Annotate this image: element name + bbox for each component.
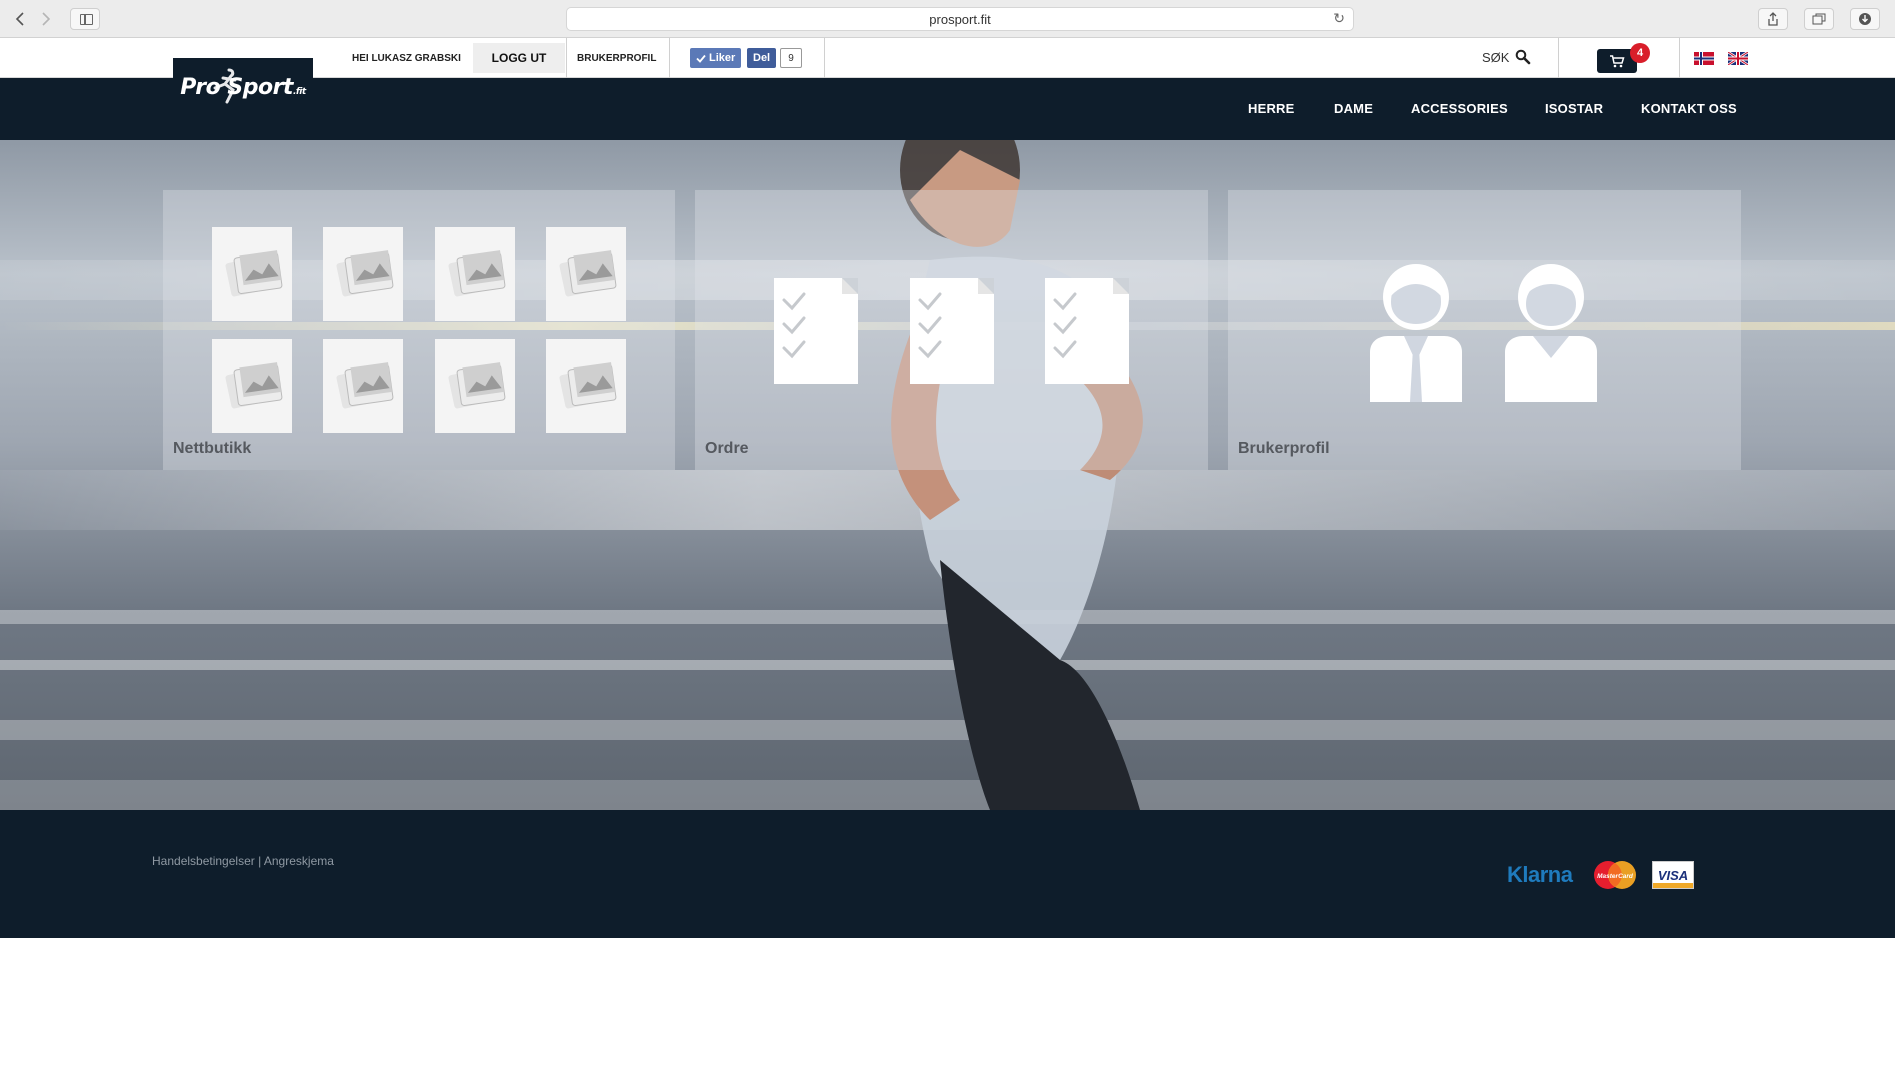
male-user-icon — [1370, 264, 1462, 402]
facebook-like-button[interactable]: Liker — [690, 48, 742, 68]
cart-icon — [1610, 54, 1625, 67]
search-icon — [1516, 49, 1531, 65]
facebook-like-count: 9 — [780, 48, 802, 68]
nav-item-kontakt-oss[interactable]: KONTAKT OSS — [1641, 101, 1737, 116]
orders-panel-label: Ordre — [705, 440, 749, 457]
share-button[interactable] — [1758, 8, 1788, 30]
back-button[interactable] — [6, 8, 34, 30]
visa-logo-text: VISA — [1657, 868, 1689, 883]
site-footer: Handelsbetingelser | Angreskjema Klarna … — [0, 810, 1895, 938]
facebook-like-label: Liker — [709, 52, 736, 64]
female-user-icon — [1505, 264, 1597, 402]
check-icon — [696, 54, 706, 63]
photo-icon — [435, 339, 515, 433]
reload-icon[interactable]: ↻ — [1333, 10, 1345, 27]
terms-link[interactable]: Handelsbetingelser — [152, 854, 255, 868]
browser-toolbar: prosport.fit ↻ — [0, 0, 1895, 38]
chevron-left-icon — [15, 12, 24, 26]
profile-panel-label: Brukerprofil — [1238, 440, 1330, 457]
orders-panel[interactable]: Ordre — [695, 190, 1208, 470]
profile-panel[interactable]: Brukerprofil — [1228, 190, 1741, 470]
divider — [1558, 38, 1559, 78]
photo-icon — [546, 227, 626, 321]
photo-icon — [323, 339, 403, 433]
divider — [566, 38, 567, 78]
cart-count-badge: 4 — [1630, 43, 1650, 63]
photo-icon — [435, 227, 515, 321]
download-icon — [1859, 13, 1871, 25]
mastercard-logo: MasterCard — [1594, 861, 1636, 889]
klarna-logo: Klarna — [1507, 862, 1573, 887]
checklist-icon — [774, 278, 858, 384]
forward-button[interactable] — [32, 8, 60, 30]
sidebar-toggle-button[interactable] — [70, 8, 100, 30]
photo-icon — [212, 227, 292, 321]
logout-button[interactable]: LOGG UT — [473, 43, 565, 73]
runner-logo-icon — [213, 68, 237, 104]
divider — [1679, 38, 1680, 78]
footer-links: Handelsbetingelser | Angreskjema — [152, 854, 334, 868]
photo-icon — [323, 227, 403, 321]
url-text: prosport.fit — [929, 11, 991, 27]
shop-panel[interactable]: Nettbutikk — [163, 190, 675, 470]
search-button[interactable]: SØK — [1482, 49, 1531, 65]
norwegian-flag-icon[interactable] — [1694, 52, 1714, 65]
visa-logo: VISA — [1652, 861, 1694, 889]
search-label: SØK — [1482, 49, 1510, 65]
downloads-button[interactable] — [1850, 8, 1880, 30]
share-icon — [1768, 12, 1778, 26]
nav-item-herre[interactable]: HERRE — [1248, 101, 1295, 116]
profile-link[interactable]: BRUKERPROFIL — [577, 53, 656, 64]
withdrawal-form-link[interactable]: Angreskjema — [264, 854, 334, 868]
nav-item-dame[interactable]: DAME — [1334, 101, 1373, 116]
svg-text:MasterCard: MasterCard — [1597, 873, 1634, 880]
nav-item-isostar[interactable]: ISOSTAR — [1545, 101, 1603, 116]
english-flag-icon[interactable] — [1728, 52, 1748, 65]
checklist-icon — [910, 278, 994, 384]
tabs-icon — [1812, 13, 1826, 25]
tabs-button[interactable] — [1804, 8, 1834, 30]
link-separator: | — [258, 854, 262, 868]
shop-panel-label: Nettbutikk — [173, 440, 252, 457]
checklist-icon — [1045, 278, 1129, 384]
divider — [669, 38, 670, 78]
visa-stripe — [1653, 883, 1693, 888]
hero-banner: Nettbutikk Ordre Brukerprofil — [0, 140, 1895, 810]
facebook-share-button[interactable]: Del — [747, 48, 777, 68]
photo-icon — [546, 339, 626, 433]
site-logo[interactable]: Pro Sport.fit — [173, 58, 313, 116]
photo-icon — [212, 339, 292, 433]
address-bar[interactable]: prosport.fit ↻ — [566, 7, 1354, 31]
chevron-right-icon — [42, 12, 51, 26]
greeting-text: HEI LUKASZ GRABSKI — [352, 53, 461, 64]
nav-item-accessories[interactable]: ACCESSORIES — [1411, 101, 1508, 116]
divider — [824, 38, 825, 78]
